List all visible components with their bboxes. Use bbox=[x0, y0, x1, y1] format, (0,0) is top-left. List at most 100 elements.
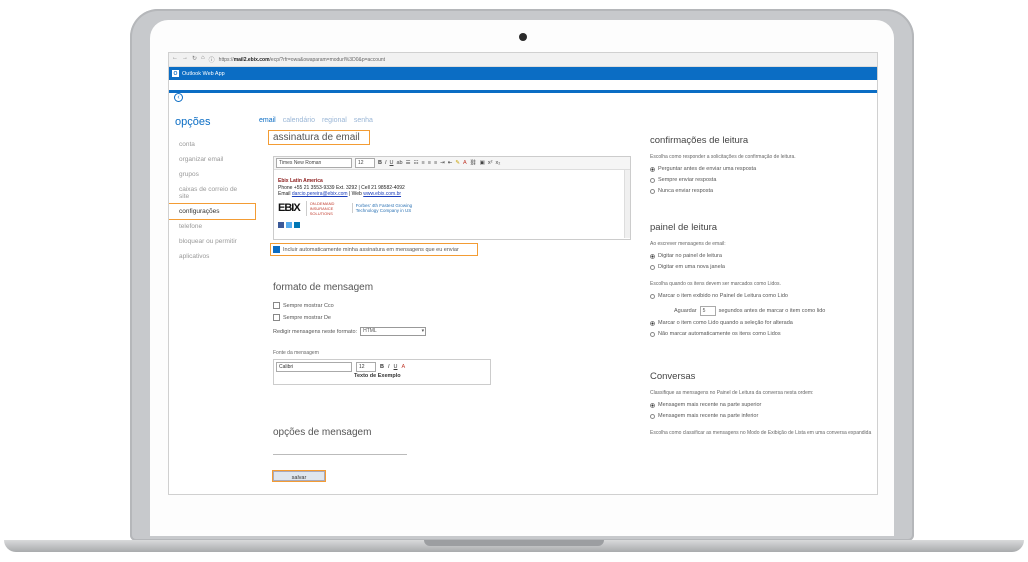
forward-arrow-icon[interactable]: → bbox=[182, 55, 188, 64]
always-cc-checkbox[interactable] bbox=[273, 302, 280, 309]
receipt-always-label: Sempre enviar resposta bbox=[658, 177, 717, 183]
msg-font-color-icon[interactable]: A bbox=[402, 364, 406, 370]
tab-calendar[interactable]: calendário bbox=[283, 117, 315, 124]
sidebar-item-block-allow[interactable]: bloquear ou permitir bbox=[169, 234, 255, 249]
sidebar-item-phone[interactable]: telefone bbox=[169, 219, 255, 234]
back-circle-icon[interactable]: ‹ bbox=[174, 93, 183, 102]
app-header: O Outlook Web App bbox=[169, 67, 877, 80]
conversations-title: Conversas bbox=[650, 371, 696, 382]
size-select[interactable]: 12 bbox=[355, 158, 375, 168]
always-show-cc[interactable]: Sempre mostrar Cco bbox=[273, 302, 334, 309]
type-in-pane-radio[interactable] bbox=[650, 253, 655, 259]
newest-top-label: Mensagem mais recente na parte superior bbox=[658, 402, 762, 408]
outlook-logo-icon: O bbox=[172, 70, 179, 77]
type-in-pane-label: Digitar no painel de leitura bbox=[658, 253, 722, 259]
font-color-icon[interactable]: A bbox=[463, 160, 467, 166]
underline-icon[interactable]: U bbox=[390, 160, 394, 166]
superscript-icon[interactable]: x² bbox=[488, 160, 493, 166]
url-prefix: https:// bbox=[218, 56, 234, 63]
receipt-always-radio[interactable] bbox=[650, 177, 655, 183]
ebix-logo: EBIX bbox=[278, 201, 301, 214]
receipt-never-radio[interactable] bbox=[650, 188, 655, 194]
no-auto-mark-radio[interactable] bbox=[650, 331, 655, 337]
save-button[interactable]: salvar bbox=[272, 470, 326, 482]
email-prefix: Email bbox=[278, 191, 291, 197]
receipt-ask-radio[interactable] bbox=[650, 166, 655, 172]
type-in-window[interactable]: Digitar em uma nova janela bbox=[650, 264, 725, 270]
align-left-icon[interactable]: ≡ bbox=[422, 160, 425, 166]
signature-email-link[interactable]: darcio.pereira@ebix.com bbox=[292, 191, 348, 197]
auto-include-signature[interactable]: Incluir automaticamente minha assinatura… bbox=[270, 243, 478, 256]
mark-read-displayed-radio[interactable] bbox=[650, 293, 655, 299]
facebook-icon[interactable] bbox=[278, 221, 284, 228]
mark-read-displayed[interactable]: Marcar o item exibido no Painel de Leitu… bbox=[650, 293, 788, 299]
message-font-select[interactable]: Calibri bbox=[276, 362, 352, 372]
receipt-always[interactable]: Sempre enviar resposta bbox=[650, 177, 716, 183]
signature-body: Ebix Latin America Phone +55 21 3553-933… bbox=[274, 170, 630, 228]
sidebar-item-account[interactable]: conta bbox=[169, 137, 255, 152]
align-center-icon[interactable]: ≡ bbox=[428, 160, 431, 166]
receipt-ask-label: Perguntar antes de enviar uma resposta bbox=[658, 166, 757, 172]
receipt-never[interactable]: Nunca enviar resposta bbox=[650, 188, 713, 194]
tab-email[interactable]: email bbox=[259, 117, 276, 124]
address-bar[interactable]: https://mail2.ebix.com/ecp/?rfr=owa&owap… bbox=[219, 57, 385, 63]
msg-underline-icon[interactable]: U bbox=[394, 364, 398, 370]
signature-web-link[interactable]: www.ebix.com.br bbox=[363, 191, 401, 197]
no-auto-mark[interactable]: Não marcar automaticamente os itens como… bbox=[650, 331, 781, 337]
image-icon[interactable]: ▣ bbox=[480, 160, 485, 166]
tab-regional[interactable]: regional bbox=[322, 117, 347, 124]
home-icon[interactable]: ⌂ bbox=[201, 55, 205, 64]
bold-icon[interactable]: B bbox=[378, 160, 382, 166]
header-bar bbox=[169, 90, 877, 93]
sidebar-item-apps[interactable]: aplicativos bbox=[169, 249, 255, 264]
newest-bottom-radio[interactable] bbox=[650, 413, 655, 419]
bullets-icon[interactable]: ☰ bbox=[406, 160, 411, 166]
strike-icon[interactable]: ab bbox=[397, 160, 403, 166]
newest-top-radio[interactable] bbox=[650, 402, 655, 408]
always-from-checkbox[interactable] bbox=[273, 314, 280, 321]
reading-pane-title: painel de leitura bbox=[650, 222, 718, 233]
compose-format-select[interactable]: HTML bbox=[360, 327, 427, 336]
wait-seconds-input[interactable]: 5 bbox=[699, 306, 716, 316]
numbering-icon[interactable]: ☷ bbox=[414, 160, 419, 166]
reload-icon[interactable]: ↻ bbox=[192, 55, 197, 64]
sidebar-item-groups[interactable]: grupos bbox=[169, 167, 255, 182]
sidebar: conta organizar email grupos caixas de c… bbox=[169, 137, 256, 264]
no-auto-mark-label: Não marcar automaticamente os itens como… bbox=[658, 331, 781, 337]
receipt-ask[interactable]: Perguntar antes de enviar uma resposta bbox=[650, 166, 756, 172]
newest-bottom[interactable]: Mensagem mais recente na parte inferior bbox=[650, 413, 758, 419]
indent-icon[interactable]: ⇥ bbox=[440, 160, 445, 166]
linkedin-icon[interactable] bbox=[294, 221, 300, 228]
font-select[interactable]: Times New Roman bbox=[276, 158, 352, 168]
back-arrow-icon[interactable]: ← bbox=[172, 55, 178, 64]
mark-read-selection-label: Marcar o item como Lido quando a seleção… bbox=[658, 320, 793, 326]
url-path: /ecp/?rfr=owa&owaparam=modurl%3D0&p=acco… bbox=[269, 56, 386, 63]
highlight-icon[interactable]: ✎ bbox=[455, 160, 460, 166]
message-font-toolbar: Calibri 12 B I U A bbox=[274, 360, 490, 374]
signature-editor[interactable]: Times New Roman 12 B I U ab ☰ ☷ ≡ ≡ ≡ ⇥ … bbox=[273, 156, 631, 240]
link-icon[interactable]: ⛓ bbox=[470, 160, 477, 166]
always-from-label: Sempre mostrar De bbox=[283, 314, 331, 321]
sidebar-item-settings[interactable]: configurações bbox=[169, 203, 256, 220]
msg-italic-icon[interactable]: I bbox=[388, 364, 390, 370]
sidebar-item-site-mailboxes[interactable]: caixas de correio de site bbox=[169, 182, 255, 204]
twitter-icon[interactable] bbox=[286, 221, 292, 228]
align-right-icon[interactable]: ≡ bbox=[434, 160, 437, 166]
type-in-window-radio[interactable] bbox=[650, 264, 655, 270]
subscript-icon[interactable]: x₂ bbox=[495, 160, 500, 166]
outdent-icon[interactable]: ⇤ bbox=[448, 160, 453, 166]
msg-bold-icon[interactable]: B bbox=[380, 364, 384, 370]
sidebar-item-organize[interactable]: organizar email bbox=[169, 152, 255, 167]
newest-top[interactable]: Mensagem mais recente na parte superior bbox=[650, 402, 761, 408]
mark-read-selection[interactable]: Marcar o item como Lido quando a seleção… bbox=[650, 320, 793, 326]
type-in-pane[interactable]: Digitar no painel de leitura bbox=[650, 253, 722, 259]
always-show-from[interactable]: Sempre mostrar De bbox=[273, 314, 331, 321]
tab-password[interactable]: senha bbox=[354, 117, 373, 124]
editor-scrollbar[interactable] bbox=[624, 170, 630, 238]
italic-icon[interactable]: I bbox=[385, 160, 387, 166]
auto-include-checkbox[interactable] bbox=[273, 246, 280, 253]
settings-tabs: email calendário regional senha bbox=[259, 117, 378, 124]
message-font-label: Fonte da mensagem bbox=[273, 350, 319, 356]
mark-read-selection-radio[interactable] bbox=[650, 320, 655, 326]
message-size-select[interactable]: 12 bbox=[356, 362, 376, 372]
